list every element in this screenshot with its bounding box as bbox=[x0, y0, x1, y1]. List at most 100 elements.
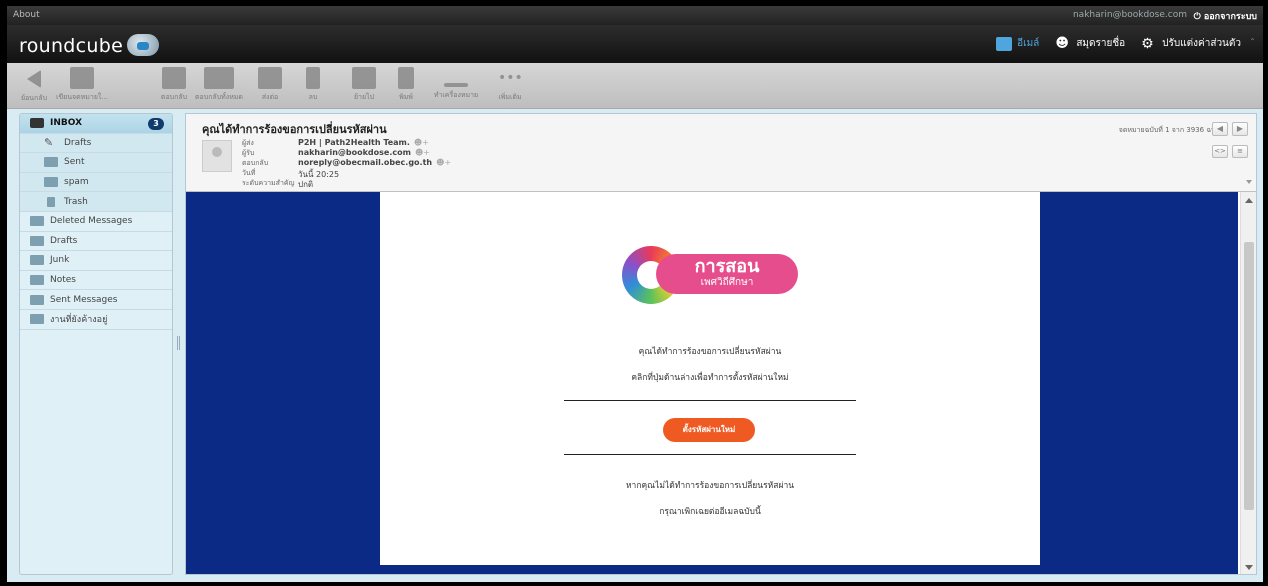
print-button[interactable]: พิมพ์ bbox=[381, 67, 431, 103]
inbox-icon bbox=[30, 118, 44, 129]
message-counter: จดหมายฉบับที่ 1 จาก 3936 ฉบับ bbox=[1118, 126, 1220, 134]
top-status-bar: About nakharin@bookdose.com ⏻ ออกจากระบบ bbox=[7, 6, 1263, 25]
reply-all-label: ตอบกลับทั้งหมด bbox=[195, 93, 243, 101]
trash-icon bbox=[47, 196, 55, 207]
email-line-request: คุณได้ทำการร้องขอการเปลี่ยนรหัสผ่าน bbox=[638, 347, 782, 357]
reset-password-button[interactable]: ตั้งรหัสผ่านใหม่ bbox=[663, 418, 755, 442]
folder-label: งานที่ยังค้างอยู่ bbox=[50, 315, 108, 326]
folder-label: Notes bbox=[50, 275, 76, 286]
chevron-up-icon[interactable]: ˆ bbox=[1250, 38, 1255, 49]
folder-junk[interactable]: Junk bbox=[20, 251, 172, 271]
reply-all-button[interactable]: ตอบกลับทั้งหมด bbox=[189, 67, 249, 103]
sex-education-logo: การสอน เพศวิถีศึกษา bbox=[622, 246, 802, 304]
username-label: nakharin@bookdose.com bbox=[1072, 10, 1187, 20]
previous-message-button[interactable]: ◀ bbox=[1212, 122, 1228, 136]
compose-label: เขียนจดหมายใ... bbox=[55, 93, 109, 101]
forward-icon bbox=[258, 67, 282, 89]
cloud-logo-icon bbox=[127, 34, 160, 56]
message-pane: คุณได้ทำการร้องขอการเปลี่ยนรหัสผ่าน ผู้ส… bbox=[185, 113, 1257, 575]
print-icon bbox=[398, 67, 414, 89]
gear-icon: ⚙ bbox=[1141, 35, 1154, 52]
next-message-button[interactable]: ▶ bbox=[1232, 122, 1248, 136]
compose-button[interactable]: เขียนจดหมายใ... bbox=[53, 67, 111, 103]
folder-icon bbox=[30, 294, 44, 305]
folder-notes[interactable]: Notes bbox=[20, 271, 172, 291]
headers-toggle-button[interactable]: ≡ bbox=[1232, 145, 1248, 158]
nav-mail-label: อีเมล์ bbox=[1017, 38, 1040, 49]
folder-label: Drafts bbox=[50, 235, 78, 246]
nav-settings-label: ปรับแต่งค่าส่วนตัว bbox=[1162, 38, 1241, 49]
more-label: เพิ่มเติม bbox=[498, 93, 522, 101]
logo-title: การสอน bbox=[694, 256, 760, 277]
folder-inbox[interactable]: INBOX 3 bbox=[20, 114, 172, 134]
folder-sent-messages[interactable]: Sent Messages bbox=[20, 290, 172, 310]
spam-icon bbox=[44, 177, 58, 188]
back-label: ย้อนกลับ bbox=[20, 94, 48, 102]
folder-drafts-sub[interactable]: ✎ Drafts bbox=[20, 133, 172, 154]
chevron-left-icon: ◀ bbox=[1216, 124, 1224, 133]
email-body-background: การสอน เพศวิถีศึกษา คุณได้ทำการร้องขอการ… bbox=[186, 192, 1238, 574]
folder-label: Drafts bbox=[64, 137, 92, 148]
email-line-ignore: กรุณาเพิกเฉยต่ออีเมลฉบับนี้ bbox=[659, 507, 761, 517]
back-button[interactable]: ย้อนกลับ bbox=[9, 67, 59, 104]
roundcube-logo[interactable]: roundcube bbox=[19, 34, 160, 57]
compose-icon bbox=[70, 67, 94, 89]
contacts-icon: ☻ bbox=[1055, 35, 1069, 51]
more-icon: ••• bbox=[498, 70, 523, 86]
chevron-right-icon: ▶ bbox=[1236, 124, 1244, 133]
email-line-instruction: คลิกที่ปุ่มด้านล่างเพื่อทำการตั้งรหัสผ่า… bbox=[631, 373, 789, 383]
print-label: พิมพ์ bbox=[399, 93, 413, 101]
logout-button[interactable]: ⏻ ออกจากระบบ bbox=[1194, 9, 1257, 23]
nav-settings[interactable]: ⚙ ปรับแต่งค่าส่วนตัว ˆ bbox=[1141, 36, 1255, 51]
folder-label: spam bbox=[64, 177, 89, 188]
more-button[interactable]: ••• เพิ่มเติม bbox=[485, 67, 535, 103]
scrollbar-thumb[interactable] bbox=[1244, 242, 1254, 510]
folder-icon bbox=[30, 216, 44, 227]
add-contact-icon[interactable]: ☻+ bbox=[436, 158, 451, 169]
reply-all-icon bbox=[204, 67, 234, 89]
divider-bottom bbox=[564, 454, 856, 455]
nav-mail[interactable]: อีเมล์ bbox=[996, 36, 1039, 51]
folder-deleted-messages[interactable]: Deleted Messages bbox=[20, 212, 172, 232]
pane-splitter-handle[interactable] bbox=[177, 336, 180, 350]
delete-label: ลบ bbox=[308, 93, 318, 101]
logo-subtitle: เพศวิถีศึกษา bbox=[700, 277, 754, 288]
back-icon bbox=[27, 70, 41, 88]
scroll-up-arrow-icon[interactable] bbox=[1245, 198, 1253, 203]
view-source-button[interactable]: <> bbox=[1212, 145, 1228, 158]
header-scroll-arrow-icon[interactable] bbox=[1246, 180, 1252, 184]
sender-avatar bbox=[202, 140, 232, 172]
logo-label-pill: การสอน เพศวิถีศึกษา bbox=[656, 254, 798, 294]
header-priority-row: ระดับความสำคัญ ปกติ bbox=[242, 178, 313, 191]
folder-label: Deleted Messages bbox=[50, 216, 133, 227]
folder-drafts[interactable]: Drafts bbox=[20, 232, 172, 252]
roundcube-window: About nakharin@bookdose.com ⏻ ออกจากระบบ… bbox=[7, 6, 1263, 582]
app-header: roundcube อีเมล์ ☻ สมุดรายชื่อ ⚙ ปรับแต่งค… bbox=[7, 25, 1263, 63]
delete-button[interactable]: ลบ bbox=[288, 67, 338, 103]
code-icon: <> bbox=[1214, 147, 1226, 155]
mark-icon bbox=[444, 83, 468, 87]
mail-icon bbox=[996, 36, 1013, 51]
folder-spam[interactable]: spam bbox=[20, 172, 172, 193]
folder-label: Trash bbox=[64, 196, 88, 207]
power-icon: ⏻ bbox=[1193, 12, 1204, 22]
email-vertical-scrollbar[interactable] bbox=[1240, 192, 1256, 574]
folder-label: INBOX bbox=[50, 118, 83, 129]
folder-sent[interactable]: Sent bbox=[20, 153, 172, 173]
divider-top bbox=[564, 400, 856, 401]
folder-label: Sent bbox=[64, 157, 85, 168]
mark-button[interactable]: ทำเครื่องหมาย bbox=[427, 67, 485, 101]
folder-icon bbox=[30, 255, 44, 266]
folder-pending-tasks[interactable]: งานที่ยังค้างอยู่ bbox=[20, 310, 172, 330]
scroll-down-arrow-icon[interactable] bbox=[1245, 565, 1253, 570]
email-content-card: การสอน เพศวิถีศึกษา คุณได้ทำการร้องขอการ… bbox=[380, 192, 1040, 565]
folder-trash[interactable]: Trash bbox=[20, 192, 172, 212]
nav-contacts[interactable]: ☻ สมุดรายชื่อ bbox=[1055, 36, 1125, 51]
nav-contacts-label: สมุดรายชื่อ bbox=[1076, 38, 1126, 49]
sent-icon bbox=[44, 157, 58, 168]
folder-icon bbox=[30, 275, 44, 286]
email-line-not-requested: หากคุณไม่ได้ทำการร้องขอการเปลี่ยนรหัสผ่า… bbox=[625, 481, 795, 491]
folder-label: Junk bbox=[50, 255, 70, 266]
logo-text: roundcube bbox=[19, 35, 124, 57]
about-link[interactable]: About bbox=[13, 10, 40, 20]
